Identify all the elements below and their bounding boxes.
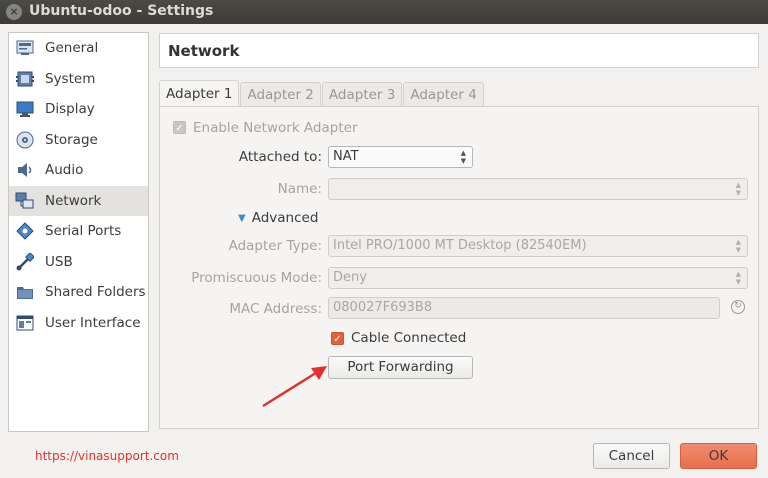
tab-adapter-1[interactable]: Adapter 1 (159, 80, 240, 107)
settings-sidebar: General System Display Storage Audio Net… (8, 32, 149, 432)
select-arrows-icon: ▲ ▼ (735, 181, 741, 197)
tab-adapter-4[interactable]: Adapter 4 (403, 82, 484, 107)
adapter-type-label: Adapter Type: (228, 238, 322, 254)
close-window-button[interactable]: × (6, 4, 22, 20)
sidebar-item-audio[interactable]: Audio (9, 155, 148, 186)
sidebar-item-label: Audio (45, 162, 84, 179)
general-icon (15, 38, 35, 58)
title-bar: × Ubuntu-odoo - Settings (0, 0, 768, 24)
sidebar-item-usb[interactable]: USB (9, 247, 148, 278)
sidebar-item-label: General (45, 40, 99, 57)
page-title: Network (168, 42, 240, 60)
cable-connected-checkbox[interactable]: ✓ (331, 332, 344, 345)
sidebar-item-general[interactable]: General (9, 33, 148, 64)
sidebar-item-serial-ports[interactable]: Serial Ports (9, 216, 148, 247)
sidebar-item-label: USB (45, 253, 73, 270)
network-icon (15, 191, 35, 211)
footer-watermark-link[interactable]: https://vinasupport.com (35, 449, 179, 463)
sidebar-item-label: Storage (45, 131, 98, 148)
port-forwarding-label: Port Forwarding (347, 359, 454, 375)
select-arrows-icon: ▲ ▼ (460, 149, 466, 165)
tab-adapter-2[interactable]: Adapter 2 (240, 82, 321, 107)
attached-to-value: NAT (333, 149, 359, 164)
promiscuous-mode-label: Promiscuous Mode: (191, 270, 322, 286)
name-select[interactable]: ▲ ▼ (328, 178, 748, 200)
sidebar-item-label: Network (45, 192, 102, 209)
sidebar-item-storage[interactable]: Storage (9, 125, 148, 156)
expand-triangle-icon: ▼ (238, 212, 246, 224)
usb-icon (15, 252, 35, 272)
section-header: Network (159, 33, 759, 68)
tab-label: Adapter 2 (247, 87, 314, 103)
sidebar-item-display[interactable]: Display (9, 94, 148, 125)
tab-label: Adapter 4 (410, 87, 477, 103)
adapter-tabs: Adapter 1 Adapter 2 Adapter 3 Adapter 4 (159, 80, 485, 107)
advanced-label: Advanced (251, 210, 319, 226)
sidebar-item-system[interactable]: System (9, 64, 148, 95)
tab-adapter-3[interactable]: Adapter 3 (321, 82, 403, 107)
enable-adapter-label: Enable Network Adapter (193, 120, 358, 136)
ok-label: OK (708, 448, 729, 464)
select-arrows-icon: ▲ ▼ (735, 238, 741, 254)
mac-address-value: 080027F693B8 (333, 300, 433, 315)
cable-connected-label: Cable Connected (351, 330, 467, 346)
window-title: Ubuntu-odoo - Settings (29, 3, 214, 19)
attached-to-label: Attached to: (238, 149, 322, 165)
promiscuous-mode-value: Deny (333, 270, 367, 285)
user-interface-icon (15, 313, 35, 333)
promiscuous-mode-select[interactable]: Deny ▲ ▼ (328, 267, 748, 289)
sidebar-item-network[interactable]: Network (9, 185, 148, 216)
sidebar-item-label: Shared Folders (45, 284, 146, 301)
sidebar-item-label: Serial Ports (45, 223, 122, 240)
tab-label: Adapter 3 (328, 87, 396, 103)
cancel-button[interactable]: Cancel (593, 443, 670, 469)
port-forwarding-button[interactable]: Port Forwarding (328, 356, 473, 379)
adapter-type-select[interactable]: Intel PRO/1000 MT Desktop (82540EM) ▲ ▼ (328, 235, 748, 257)
sidebar-item-label: Display (45, 101, 95, 118)
sidebar-item-user-interface[interactable]: User Interface (9, 308, 148, 339)
system-icon (15, 69, 35, 89)
sidebar-item-shared-folders[interactable]: Shared Folders (9, 277, 148, 308)
display-icon (15, 99, 35, 119)
tab-label: Adapter 1 (166, 86, 233, 102)
regenerate-mac-icon[interactable]: ↻ (731, 300, 745, 314)
select-arrows-icon: ▲ ▼ (735, 270, 741, 286)
serial-ports-icon (15, 221, 35, 241)
name-label: Name: (277, 181, 322, 197)
advanced-expander[interactable]: ▼ Advanced (238, 210, 318, 226)
attached-to-select[interactable]: NAT ▲ ▼ (328, 146, 473, 168)
enable-adapter-checkbox[interactable]: ✓ (173, 121, 186, 134)
sidebar-item-label: User Interface (45, 314, 141, 331)
mac-address-input[interactable]: 080027F693B8 (328, 297, 720, 319)
annotation-arrow (262, 366, 327, 408)
shared-folders-icon (15, 282, 35, 302)
audio-icon (15, 160, 35, 180)
mac-address-label: MAC Address: (229, 301, 322, 317)
ok-button[interactable]: OK (680, 443, 757, 469)
sidebar-item-label: System (45, 70, 96, 87)
cancel-label: Cancel (608, 448, 655, 464)
storage-icon (15, 130, 35, 150)
adapter-type-value: Intel PRO/1000 MT Desktop (82540EM) (333, 238, 587, 253)
